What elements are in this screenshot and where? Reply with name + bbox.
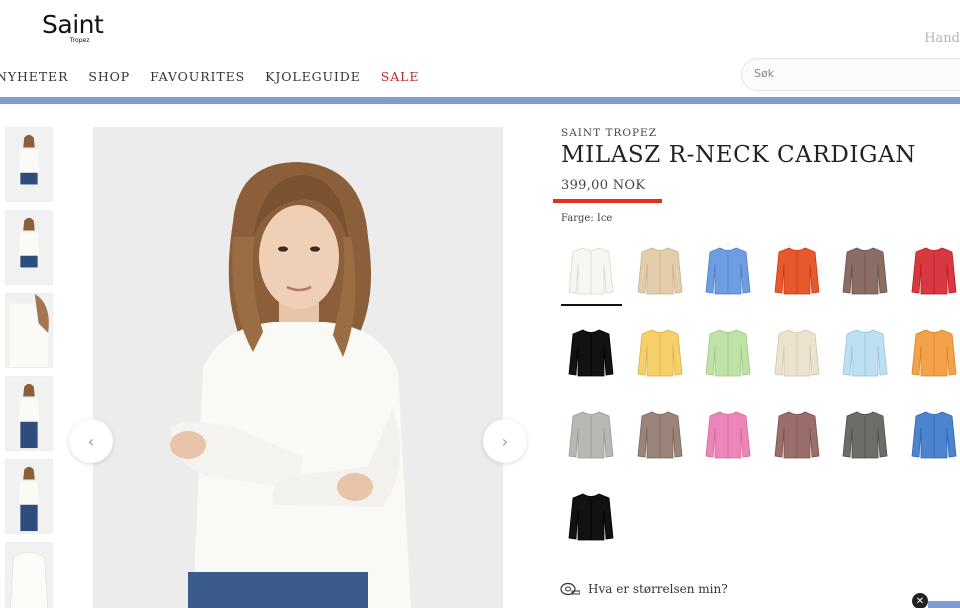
color-swatch[interactable]: [563, 242, 619, 298]
color-swatch[interactable]: [563, 324, 619, 380]
thumbnail-flat-view[interactable]: [5, 542, 53, 608]
size-guide-label: Hva er størrelsen min?: [588, 582, 728, 596]
header-divider-bar: [0, 97, 960, 104]
thumbnail-image: [6, 211, 52, 284]
thumbnail-image: [6, 294, 52, 367]
color-swatch[interactable]: [837, 324, 893, 380]
size-guide-link[interactable]: Hva er størrelsen min?: [560, 582, 728, 596]
product-brand[interactable]: SAINT TROPEZ: [561, 127, 657, 139]
main-nav: NYHETER SHOP FAVOURITES KJOLEGUIDE SALE: [0, 69, 439, 84]
cardigan-swatch-image: [774, 247, 819, 295]
cardigan-swatch-image: [568, 247, 614, 295]
cardigan-swatch-image: [568, 411, 614, 459]
cardigan-swatch-image: [568, 329, 614, 377]
cardigan-swatch-image: [568, 493, 614, 541]
nav-item-shop[interactable]: SHOP: [88, 69, 130, 84]
cardigan-swatch-image: [842, 411, 888, 459]
cardigan-swatch-image: [842, 247, 888, 295]
model-photo: [93, 127, 503, 608]
thumbnail-image: [6, 460, 52, 533]
thumbnail-back-view[interactable]: [5, 459, 53, 534]
cardigan-swatch-image: [705, 247, 751, 295]
cardigan-swatch-image: [637, 411, 682, 459]
cardigan-swatch-image: [911, 329, 956, 377]
product-title: MILASZ R-NECK CARDIGAN: [561, 142, 917, 168]
cardigan-swatch-image: [637, 247, 682, 295]
nav-item-favourites[interactable]: FAVOURITES: [150, 69, 245, 84]
color-swatch[interactable]: [632, 324, 688, 380]
chevron-left-icon: ‹: [87, 431, 95, 451]
logo-main: Saint: [42, 10, 104, 39]
nav-item-sale[interactable]: SALE: [381, 69, 420, 84]
corner-widget-bar[interactable]: [928, 601, 960, 608]
color-label: Farge: Ice: [561, 213, 613, 224]
chevron-right-icon: ›: [501, 431, 509, 451]
selected-swatch-underline: [561, 304, 622, 306]
color-swatch[interactable]: [906, 242, 960, 298]
cardigan-swatch-image: [774, 411, 819, 459]
color-swatch[interactable]: [769, 406, 825, 462]
close-icon[interactable]: ✕: [912, 593, 928, 608]
thumbnail-full-body-view[interactable]: [5, 376, 53, 451]
color-swatch[interactable]: [906, 406, 960, 462]
thumbnail-image: [6, 377, 52, 450]
tape-measure-icon: [560, 582, 580, 596]
nav-item-nyheter[interactable]: NYHETER: [0, 69, 68, 84]
color-swatch[interactable]: [700, 324, 756, 380]
nav-item-kjoleguide[interactable]: KJOLEGUIDE: [265, 69, 361, 84]
color-swatch[interactable]: [563, 488, 619, 544]
color-swatch[interactable]: [837, 242, 893, 298]
price-accent-underline: [553, 199, 662, 203]
search-input[interactable]: [754, 67, 954, 80]
color-swatch[interactable]: [837, 406, 893, 462]
cardigan-swatch-image: [705, 329, 751, 377]
color-swatch[interactable]: [700, 406, 756, 462]
cardigan-swatch-image: [705, 411, 751, 459]
thumbnail-image: [6, 128, 52, 201]
thumbnail-detail-view[interactable]: [5, 293, 53, 368]
thumbnail-front-view[interactable]: [5, 127, 53, 202]
cardigan-swatch-image: [911, 411, 956, 459]
logo[interactable]: Saint Tropez: [42, 10, 104, 45]
main-product-image[interactable]: [93, 127, 503, 608]
product-price: 399,00 NOK: [561, 178, 646, 193]
color-swatch[interactable]: [906, 324, 960, 380]
cardigan-swatch-image: [637, 329, 682, 377]
color-swatch[interactable]: [769, 242, 825, 298]
color-swatch[interactable]: [769, 324, 825, 380]
color-swatch[interactable]: [700, 242, 756, 298]
color-swatch[interactable]: [563, 406, 619, 462]
color-swatch[interactable]: [632, 242, 688, 298]
cardigan-swatch-image: [911, 247, 956, 295]
prev-image-button[interactable]: ‹: [69, 419, 113, 463]
color-swatch[interactable]: [632, 406, 688, 462]
thumbnail-image: [6, 543, 52, 608]
thumbnail-side-view[interactable]: [5, 210, 53, 285]
top-right-link[interactable]: Hand: [924, 31, 960, 46]
cardigan-swatch-image: [774, 329, 819, 377]
cardigan-swatch-image: [842, 329, 888, 377]
next-image-button[interactable]: ›: [483, 419, 527, 463]
search-box[interactable]: [741, 58, 960, 91]
